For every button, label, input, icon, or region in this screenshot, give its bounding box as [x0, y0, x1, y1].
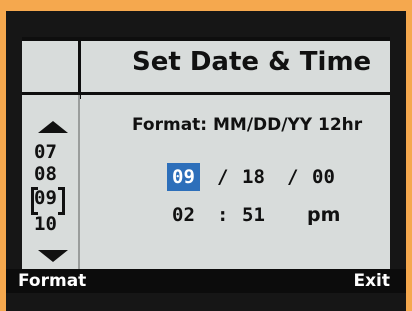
day-field[interactable]: 18 [242, 163, 265, 191]
scroll-down-icon[interactable] [38, 250, 68, 262]
title-divider [78, 41, 81, 99]
month-field[interactable]: 09 [167, 163, 200, 191]
minute-field[interactable]: 51 [242, 201, 265, 229]
value-list-item[interactable]: 10 [34, 213, 57, 235]
time-separator: : [217, 204, 229, 226]
date-separator: / [287, 166, 299, 188]
value-list-item-selected[interactable]: 09 [34, 187, 57, 209]
format-softkey[interactable]: Format [18, 269, 86, 293]
value-list-item[interactable]: 08 [34, 163, 57, 185]
format-label: Format: MM/DD/YY 12hr [132, 115, 363, 135]
exit-softkey[interactable]: Exit [353, 269, 390, 293]
value-list-item[interactable]: 07 [34, 141, 57, 163]
side-divider [78, 95, 80, 271]
ampm-field[interactable]: pm [307, 201, 340, 229]
title-bar: Set Date & Time [22, 37, 390, 99]
date-separator: / [217, 166, 229, 188]
hour-field[interactable]: 02 [172, 201, 195, 229]
year-field[interactable]: 00 [312, 163, 335, 191]
softkey-bar: Format Exit [6, 269, 406, 293]
lcd-screen: Set Date & Time 07 08 09 10 Format: MM/D… [22, 37, 390, 271]
scroll-up-icon[interactable] [38, 121, 68, 133]
page-title: Set Date & Time [132, 47, 372, 77]
